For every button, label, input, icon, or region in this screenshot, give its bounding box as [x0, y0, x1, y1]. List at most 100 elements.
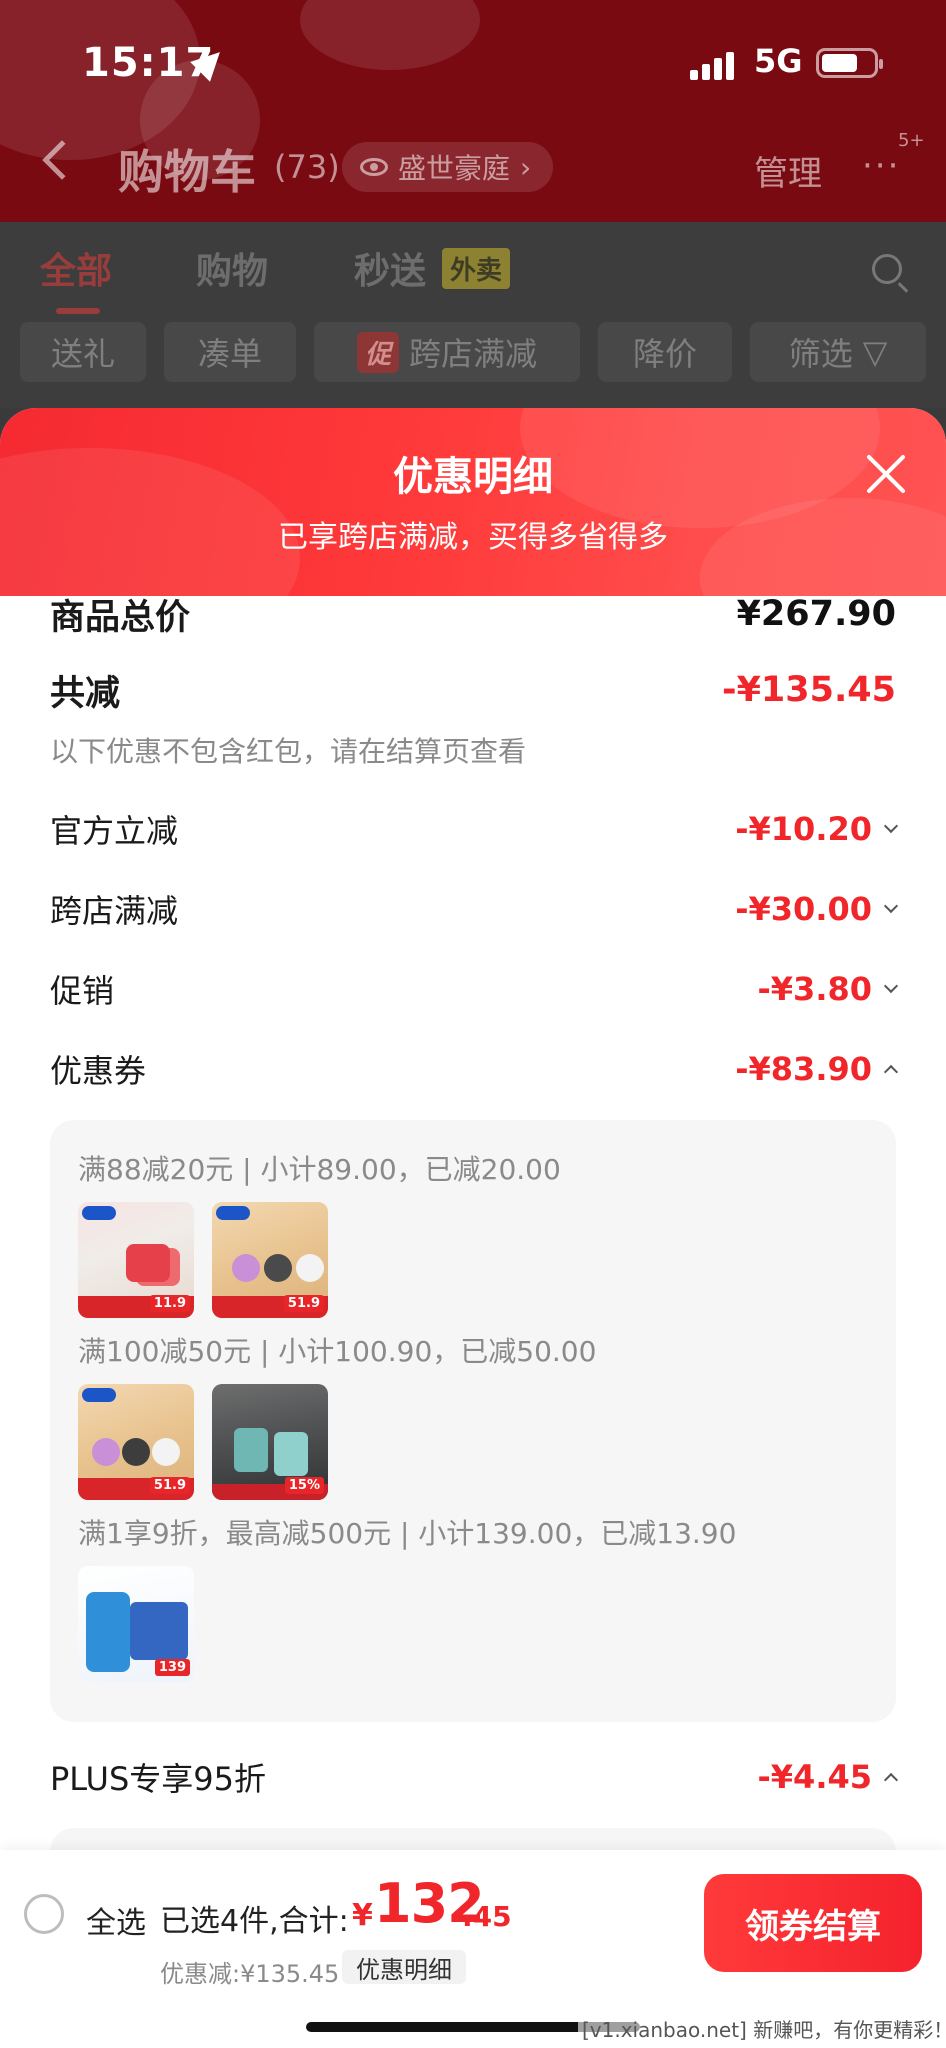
watermark-text: [v1.xianbao.net] 新赚吧，有你更精彩！	[578, 2014, 946, 2043]
tab-all[interactable]: 全部	[40, 242, 112, 294]
total-reduced-value: -¥135.45	[722, 670, 896, 710]
filter-price-drop[interactable]: 降价	[598, 322, 732, 382]
total-price-row: 商品总价 ¥267.90	[50, 596, 896, 638]
filter-gift-label: 送礼	[50, 335, 115, 373]
brand-logo-icon	[216, 1206, 250, 1220]
price-tag: 15%	[284, 1477, 324, 1494]
discount-detail-button[interactable]: 优惠明细	[342, 1950, 466, 1984]
address-label: 盛世豪庭	[398, 152, 511, 185]
coupon-rule-line: 满100减50元 | 小计100.90，已减50.00	[78, 1335, 597, 1368]
discount-line-value: -¥4.45	[757, 1758, 873, 1796]
coupon-rule-line: 满88减20元 | 小计89.00，已减20.00	[78, 1153, 561, 1186]
discount-line-label: 官方立减	[50, 812, 179, 850]
discount-line-coupon[interactable]: 优惠券 -¥83.90	[50, 1046, 899, 1092]
filter-price-drop-label: 降价	[632, 335, 697, 373]
total-amount-decimal: .45	[462, 1900, 512, 1933]
plus-detail-box	[50, 1828, 896, 1850]
status-bar: 15:17 5G	[0, 40, 946, 90]
filter-bundle-label: 凑单	[197, 335, 262, 373]
chevron-up-icon	[883, 1064, 899, 1080]
message-badge: 5+	[898, 130, 925, 151]
brand-logo-icon	[82, 1206, 116, 1220]
price-tag: 51.9	[149, 1477, 190, 1494]
back-icon[interactable]	[42, 140, 82, 180]
sheet-subtitle: 已享跨店满减，买得多省得多	[278, 520, 668, 555]
sheet-header: 优惠明细 已享跨店满减，买得多省得多	[0, 408, 946, 596]
discount-detail-sheet: 优惠明细 已享跨店满减，买得多省得多 商品总价 ¥267.90 共减 -¥135…	[0, 408, 946, 2048]
discount-line-cross-store[interactable]: 跨店满减 -¥30.00	[50, 886, 899, 932]
total-price-label: 商品总价	[50, 597, 191, 638]
discount-line-value: -¥10.20	[735, 810, 872, 848]
chevron-down-icon	[883, 898, 899, 914]
coupon-products: 51.9 15%	[78, 1384, 328, 1500]
red-packet-note: 以下优惠不包含红包，请在结算页查看	[50, 735, 527, 768]
select-all-checkbox[interactable]	[24, 1894, 64, 1934]
more-menu-button[interactable]: ···	[862, 146, 900, 186]
chevron-up-icon	[883, 1772, 899, 1788]
discount-summary: 优惠减:¥135.45	[160, 1960, 340, 1988]
total-reduced-row: 共减 -¥135.45	[50, 664, 896, 716]
filter-cross-store[interactable]: 促 跨店满减	[314, 322, 580, 382]
coupon-rule-line: 满1享9折，最高减500元 | 小计139.00，已减13.90	[78, 1517, 737, 1550]
product-image	[86, 1592, 130, 1672]
total-currency: ¥	[352, 1898, 373, 1933]
discount-line-plus[interactable]: PLUS专享95折 -¥4.45	[50, 1754, 899, 1800]
filter-button[interactable]: 筛选 ▽	[750, 322, 926, 382]
select-all-label[interactable]: 全选	[86, 1898, 146, 1942]
discount-line-value: -¥83.90	[735, 1050, 872, 1088]
app-header: 15:17 5G 购物车 (73) 盛世豪庭 › 管理 ··· 5+	[0, 0, 946, 222]
search-icon[interactable]	[872, 254, 902, 284]
price-tag: 11.9	[149, 1295, 190, 1312]
tab-shopping[interactable]: 购物	[196, 242, 268, 294]
address-chip[interactable]: 盛世豪庭 ›	[342, 142, 554, 192]
filter-label: 筛选	[788, 335, 853, 373]
discount-line-value: -¥30.00	[735, 890, 872, 928]
discount-line-official[interactable]: 官方立减 -¥10.20	[50, 806, 899, 852]
cart-tabs-area: 全部 购物 秒送 外卖 送礼 凑单 促 跨店满减 降价 筛选 ▽	[0, 222, 946, 408]
funnel-icon: ▽	[862, 333, 888, 371]
waimai-badge: 外卖	[442, 248, 511, 289]
brand-logo-icon	[82, 1388, 116, 1402]
close-icon[interactable]	[864, 452, 908, 496]
product-thumbnail[interactable]: 15%	[212, 1384, 328, 1500]
total-price-value: ¥267.90	[736, 596, 896, 634]
tab-underline	[56, 308, 100, 314]
product-image	[92, 1438, 120, 1466]
sheet-content: 商品总价 ¥267.90 共减 -¥135.45 以下优惠不包含红包，请在结算页…	[0, 596, 946, 1850]
filter-bundle[interactable]: 凑单	[164, 322, 296, 382]
cart-navbar: 购物车 (73) 盛世豪庭 › 管理 ··· 5+	[0, 130, 946, 206]
discount-line-promotion[interactable]: 促销 -¥3.80	[50, 966, 899, 1012]
product-thumbnail[interactable]: 51.9	[78, 1384, 194, 1500]
product-image	[126, 1244, 170, 1282]
discount-line-label: 优惠券	[50, 1052, 147, 1090]
price-tag: 139	[154, 1659, 190, 1676]
cart-count: (73)	[274, 148, 340, 186]
discount-line-label: 跨店满减	[50, 892, 179, 930]
page-title: 购物车	[118, 145, 256, 199]
product-thumbnail[interactable]: 51.9	[212, 1202, 328, 1318]
product-image	[234, 1428, 268, 1472]
eye-icon	[360, 158, 388, 176]
manage-button[interactable]: 管理	[754, 146, 822, 195]
chevron-down-icon	[883, 978, 899, 994]
product-thumbnail[interactable]: 11.9	[78, 1202, 194, 1318]
chevron-right-icon: ›	[520, 150, 532, 184]
battery-icon	[816, 48, 883, 78]
chevron-down-icon	[883, 818, 899, 834]
checkout-button[interactable]: 领券结算	[704, 1874, 922, 1972]
filter-gift[interactable]: 送礼	[20, 322, 146, 382]
tab-instant[interactable]: 秒送	[354, 242, 426, 294]
discount-line-label: 促销	[50, 972, 115, 1010]
signal-icon	[690, 50, 734, 80]
discount-line-value: -¥3.80	[757, 970, 873, 1008]
total-reduced-label: 共减	[50, 673, 121, 714]
network-type: 5G	[754, 42, 803, 80]
coupon-detail-box: 满88减20元 | 小计89.00，已减20.00 11.9 51.9 满100…	[50, 1120, 896, 1722]
selected-summary: 已选4件,合计:	[160, 1904, 349, 1939]
coupon-products: 139	[78, 1566, 194, 1682]
filter-cross-store-label: 跨店满减	[409, 335, 538, 373]
product-image	[232, 1254, 260, 1282]
product-thumbnail[interactable]: 139	[78, 1566, 194, 1682]
checkout-bar: 全选 已选4件,合计: ¥ 132 .45 优惠减:¥135.45 优惠明细 领…	[0, 1850, 946, 2048]
discount-line-label: PLUS专享95折	[50, 1760, 266, 1798]
